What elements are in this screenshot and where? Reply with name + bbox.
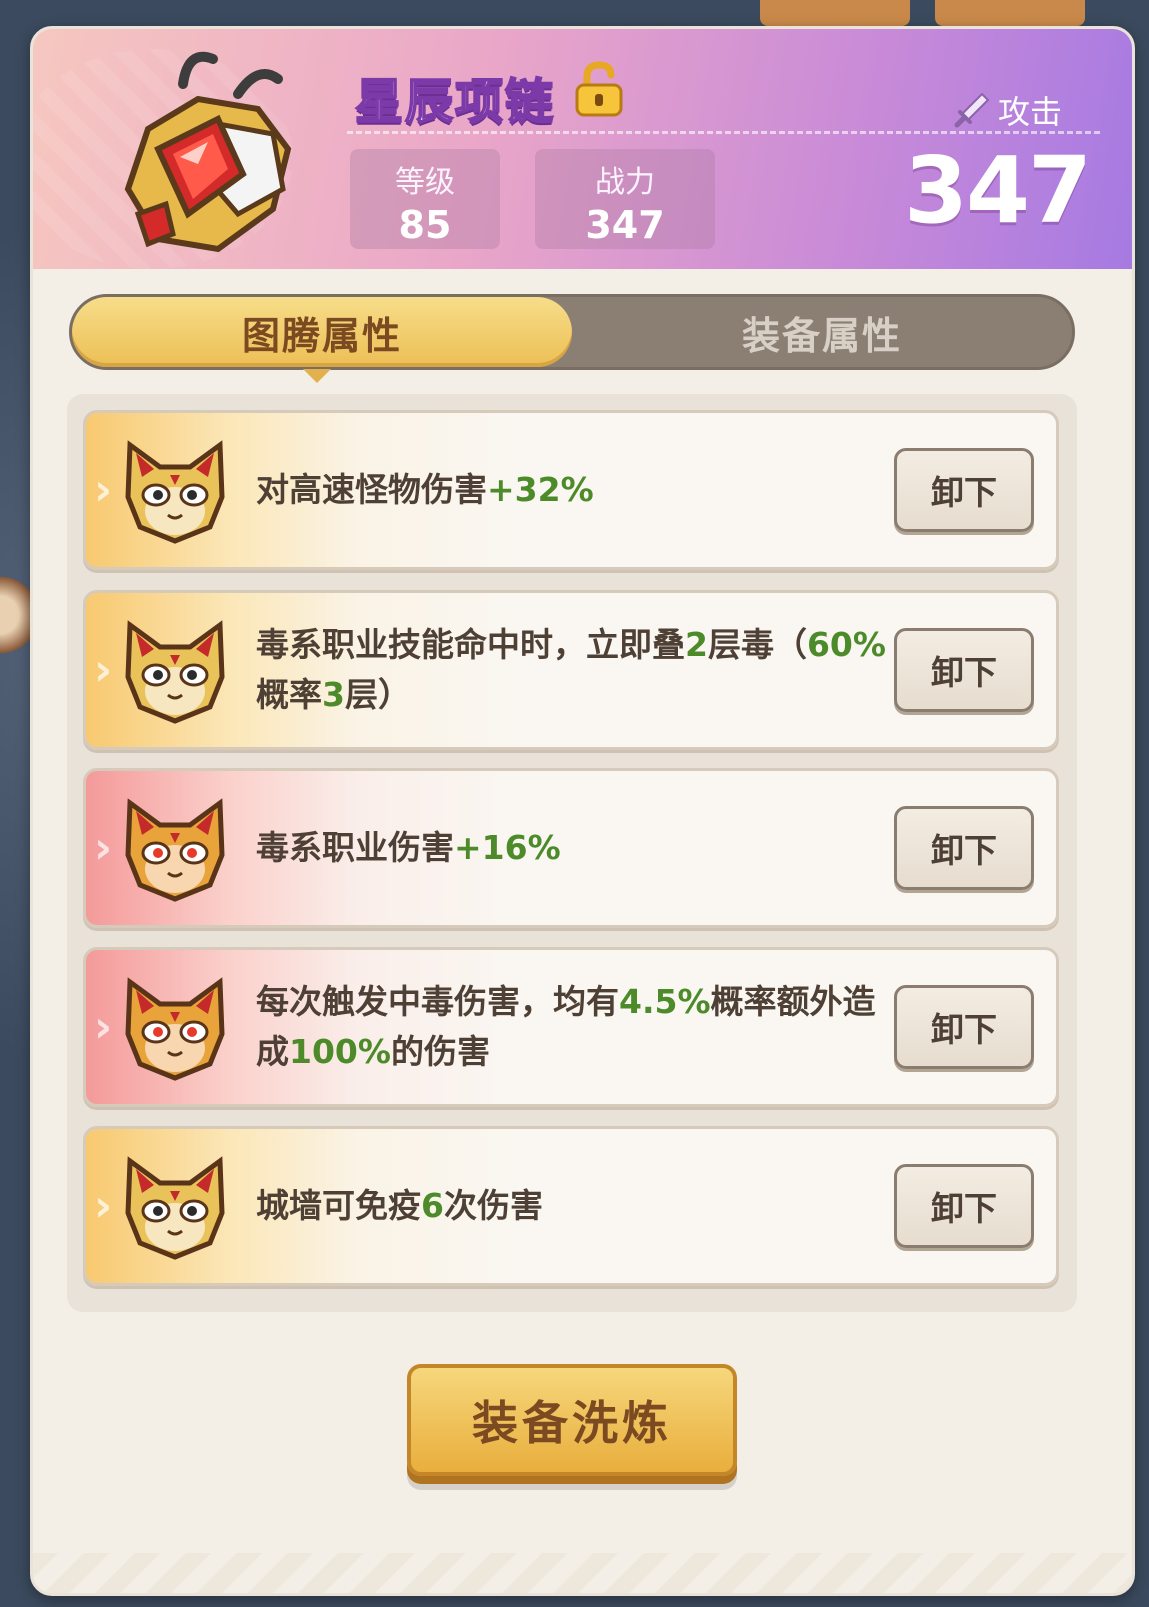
gold-cat-mask-icon	[120, 1153, 230, 1263]
totem-row: › 城墙可免疫6次伤害 卸下	[83, 1126, 1059, 1286]
totem-description: 每次触发中毒伤害，均有4.5%概率额外造成100%的伤害	[256, 950, 896, 1104]
totem-text: 层毒（	[707, 625, 807, 664]
totem-description: 毒系职业技能命中时，立即叠2层毒（60% 概率3层）	[256, 593, 896, 747]
panel-bottom-pattern	[33, 1553, 1132, 1593]
totem-row: › 对高速怪物伤害+32% 卸下	[83, 410, 1059, 570]
level-label: 等级	[395, 165, 455, 200]
unlock-icon[interactable]	[573, 61, 625, 119]
totem-text: 对高速怪物伤害	[256, 470, 487, 509]
totem-description: 毒系职业伤害+16%	[256, 771, 896, 925]
tab-totem-attributes[interactable]: 图腾属性	[72, 297, 572, 367]
row-chevron-icon: ›	[94, 464, 113, 516]
totem-text: 每次触发中毒伤害，均有	[256, 982, 619, 1021]
totem-text: 城墙可免疫	[256, 1186, 421, 1225]
unequip-button[interactable]: 卸下	[894, 985, 1034, 1069]
power-stat: 战力 347	[535, 149, 715, 249]
attribute-tabs: 图腾属性 装备属性	[69, 294, 1075, 370]
red-cat-mask-icon	[120, 795, 230, 905]
unequip-button[interactable]: 卸下	[894, 628, 1034, 712]
background-card	[935, 0, 1085, 26]
gold-cat-mask-icon	[120, 437, 230, 547]
totem-list: › 对高速怪物伤害+32% 卸下 › 毒系职业技能命中时，立即叠2层毒（60%概率3层）…	[67, 394, 1077, 1312]
attack-label-text: 攻击	[997, 93, 1062, 131]
item-detail-panel: 星辰项链 等级 85 战力 347 攻击 347 图腾属性 装备属性 › 对高速…	[30, 26, 1135, 1596]
totem-text: 概率	[256, 675, 322, 714]
totem-text: 层）	[344, 675, 411, 714]
level-stat: 等级 85	[350, 149, 500, 249]
item-header: 星辰项链 等级 85 战力 347 攻击 347	[33, 29, 1132, 269]
gold-cat-mask-icon	[120, 617, 230, 727]
item-name: 星辰项链	[354, 73, 556, 131]
row-chevron-icon: ›	[94, 1180, 113, 1232]
totem-value-highlight: 6	[421, 1186, 444, 1225]
totem-row: › 毒系职业伤害+16% 卸下	[83, 768, 1059, 928]
level-value: 85	[398, 203, 452, 247]
totem-row: › 毒系职业技能命中时，立即叠2层毒（60% 概率3层） 卸下	[83, 590, 1059, 750]
totem-value-highlight: 60%	[806, 625, 886, 664]
totem-value-highlight: 3	[322, 675, 345, 714]
totem-value-highlight: +32%	[487, 470, 594, 509]
totem-text: 的伤害	[390, 1032, 490, 1071]
background-card	[760, 0, 910, 26]
totem-row: › 每次触发中毒伤害，均有4.5%概率额外造成100%的伤害 卸下	[83, 947, 1059, 1107]
totem-value-highlight: 2	[685, 625, 708, 664]
red-cat-mask-icon	[120, 974, 230, 1084]
totem-text: 毒系职业伤害	[256, 828, 454, 867]
power-value: 347	[585, 203, 665, 247]
totem-value-highlight: +16%	[454, 828, 561, 867]
refine-equipment-button[interactable]: 装备洗炼	[407, 1364, 737, 1476]
row-chevron-icon: ›	[94, 1001, 113, 1053]
totem-value-highlight: 4.5%	[619, 982, 711, 1021]
totem-value-highlight: 100%	[289, 1032, 391, 1071]
attack-value: 347	[903, 137, 1092, 244]
row-chevron-icon: ›	[94, 822, 113, 874]
tab-pointer	[303, 369, 331, 383]
star-necklace-icon	[124, 51, 292, 253]
totem-text: 毒系职业技能命中时，立即叠	[256, 625, 685, 664]
row-chevron-icon: ›	[94, 644, 113, 696]
background-badge	[0, 560, 30, 670]
totem-description: 对高速怪物伤害+32%	[256, 413, 896, 567]
attack-stat-label: 攻击	[952, 87, 1062, 133]
unequip-button[interactable]: 卸下	[894, 1164, 1034, 1248]
totem-text: 次伤害	[443, 1186, 543, 1225]
totem-description: 城墙可免疫6次伤害	[256, 1129, 896, 1283]
unequip-button[interactable]: 卸下	[894, 806, 1034, 890]
tab-equipment-attributes[interactable]: 装备属性	[572, 297, 1072, 367]
unequip-button[interactable]: 卸下	[894, 448, 1034, 532]
sword-icon	[954, 92, 990, 128]
power-label: 战力	[595, 165, 655, 200]
